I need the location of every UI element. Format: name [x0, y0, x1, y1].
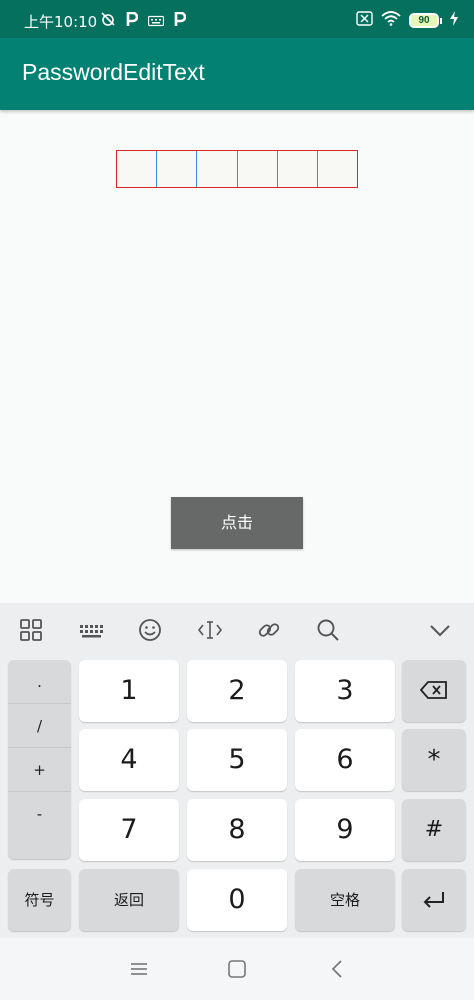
star-key[interactable]: * [402, 729, 466, 791]
key-6[interactable]: 6 [295, 729, 395, 791]
symbols-key[interactable]: 符号 [8, 869, 71, 931]
status-time: 上午10:10 [24, 13, 98, 31]
keyboard-icon[interactable] [78, 617, 104, 643]
click-button[interactable]: 点击 [171, 497, 303, 549]
key-1[interactable]: 1 [79, 660, 179, 722]
password-cell-4[interactable] [238, 151, 278, 187]
key-0[interactable]: 0 [187, 869, 287, 931]
password-cell-1[interactable] [117, 151, 158, 187]
alarm-off-icon [100, 11, 116, 31]
wifi-icon [381, 11, 401, 30]
key-3[interactable]: 3 [295, 660, 395, 722]
status-left-icons [100, 11, 187, 31]
backspace-key[interactable] [402, 660, 466, 722]
key-5[interactable]: 5 [187, 729, 287, 791]
back-key[interactable]: 返回 [79, 869, 179, 931]
key-7[interactable]: 7 [79, 799, 179, 861]
charging-icon [450, 11, 458, 30]
enter-key[interactable] [402, 869, 466, 931]
battery-level: 90 [409, 13, 439, 28]
space-key[interactable]: 空格 [295, 869, 395, 931]
grid-icon[interactable] [18, 617, 44, 643]
password-cell-6[interactable] [318, 151, 357, 187]
keyboard-icon [147, 12, 165, 31]
sim-off-icon [356, 11, 373, 30]
key-9[interactable]: 9 [295, 799, 395, 861]
emoji-icon[interactable] [137, 617, 163, 643]
backspace-icon [419, 680, 448, 704]
enter-icon [422, 890, 446, 914]
password-cell-2[interactable] [157, 151, 198, 187]
parking-p-icon [126, 11, 139, 31]
status-right-icons: 90 [356, 11, 458, 30]
app-bar: PasswordEditText [0, 38, 474, 110]
app-title: PasswordEditText [22, 59, 205, 85]
menu-icon[interactable] [128, 958, 150, 980]
link-icon[interactable] [256, 617, 282, 643]
key-4[interactable]: 4 [79, 729, 179, 791]
keyboard-toolbar [0, 603, 474, 658]
symbol-key-slash[interactable]: / [8, 704, 71, 748]
navigation-bar [0, 938, 474, 1000]
battery-icon: 90 [409, 13, 442, 28]
password-cell-5[interactable] [278, 151, 318, 187]
hash-key[interactable]: # [402, 799, 466, 861]
password-cell-3[interactable] [197, 151, 238, 187]
cursor-icon[interactable] [197, 617, 223, 643]
password-input[interactable] [116, 150, 358, 188]
key-2[interactable]: 2 [187, 660, 287, 722]
status-bar: 上午10:10 90 [0, 0, 474, 38]
symbol-key-dot[interactable]: . [8, 660, 71, 704]
parking-p-icon [174, 11, 187, 31]
search-icon[interactable] [315, 617, 341, 643]
symbol-key-plus[interactable]: + [8, 748, 71, 792]
key-8[interactable]: 8 [187, 799, 287, 861]
chevron-down-icon[interactable] [427, 617, 453, 643]
symbol-column: . / + - [8, 660, 71, 859]
home-square-icon[interactable] [226, 958, 248, 980]
back-chevron-icon[interactable] [326, 958, 348, 980]
symbol-key-minus[interactable]: - [8, 792, 71, 836]
